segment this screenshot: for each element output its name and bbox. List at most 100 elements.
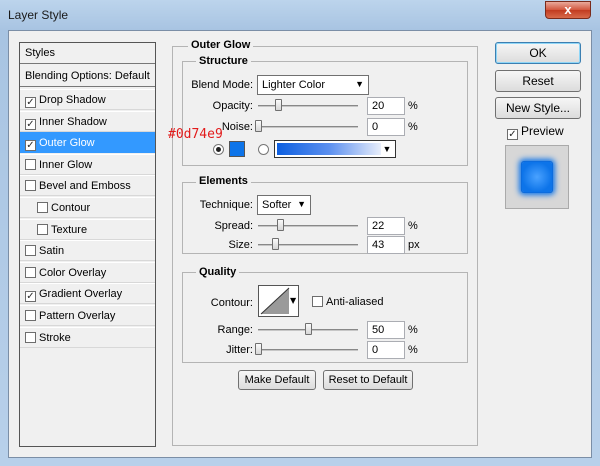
opacity-slider-thumb[interactable] — [275, 99, 282, 111]
opacity-field[interactable]: 20 — [367, 97, 405, 115]
noise-unit: % — [408, 121, 418, 133]
opacity-slider[interactable] — [258, 105, 358, 107]
reset-to-default-button[interactable]: Reset to Default — [323, 370, 413, 390]
checkbox-icon[interactable] — [25, 310, 36, 321]
checkbox-checked-icon[interactable]: ✓ — [25, 118, 36, 130]
range-label: Range: — [217, 324, 253, 336]
checkbox-icon[interactable] — [25, 266, 36, 278]
outer-glow-title: Outer Glow — [188, 39, 254, 51]
styles-list: Styles Blending Options: Default ✓ Drop S… — [19, 42, 156, 447]
size-unit: px — [408, 239, 420, 251]
style-item-drop-shadow[interactable]: ✓ Drop Shadow — [20, 89, 155, 110]
size-field[interactable]: 43 — [367, 236, 405, 254]
anti-aliased-box — [312, 296, 323, 307]
chevron-down-icon: ▼ — [297, 199, 306, 209]
style-item-label: Pattern Overlay — [39, 310, 116, 322]
new-style-button[interactable]: New Style... — [495, 97, 581, 119]
style-item-label: Outer Glow — [39, 137, 95, 150]
style-item-label: Color Overlay — [39, 266, 107, 279]
style-item-label: Inner Shadow — [39, 115, 107, 128]
make-default-button[interactable]: Make Default — [238, 370, 316, 390]
style-item-label: Texture — [51, 223, 88, 236]
style-item-contour[interactable]: Contour — [20, 197, 155, 218]
gradient-picker[interactable]: ▼ — [274, 140, 396, 158]
range-unit: % — [408, 324, 418, 336]
spread-unit: % — [408, 220, 418, 232]
gradient-dropdown-icon: ▼ — [382, 144, 392, 154]
style-item-color-overlay[interactable]: Color Overlay — [20, 261, 155, 283]
preview-label: Preview — [521, 124, 564, 138]
style-preview — [505, 145, 569, 209]
gradient-radio[interactable] — [258, 144, 269, 155]
styles-header[interactable]: Styles — [20, 43, 155, 64]
checkbox-checked-icon[interactable]: ✓ — [25, 97, 36, 108]
opacity-unit: % — [408, 100, 418, 112]
contour-label: Contour: — [210, 297, 253, 309]
noise-field[interactable]: 0 — [367, 118, 405, 136]
preview-check-icon: ✓ — [507, 129, 518, 140]
checkbox-icon[interactable] — [25, 245, 36, 257]
size-slider-thumb[interactable] — [272, 238, 280, 250]
style-item-label: Bevel and Emboss — [39, 180, 131, 193]
checkbox-icon[interactable] — [25, 180, 36, 192]
blend-mode-value: Lighter Color — [262, 79, 325, 91]
preview-checkbox[interactable]: ✓ Preview — [507, 124, 564, 140]
close-icon: x — [564, 2, 572, 17]
size-label: Size: — [228, 239, 253, 251]
style-item-bevel-and-emboss[interactable]: Bevel and Emboss — [20, 175, 155, 197]
preview-glow-square — [522, 162, 552, 192]
style-item-gradient-overlay[interactable]: ✓ Gradient Overlay — [20, 283, 155, 305]
ok-button[interactable]: OK — [495, 42, 581, 64]
style-item-texture[interactable]: Texture — [20, 218, 155, 240]
title-bar — [0, 0, 600, 30]
style-item-label: Gradient Overlay — [39, 288, 123, 301]
checkbox-checked-icon[interactable]: ✓ — [25, 291, 36, 303]
style-item-label: Contour — [51, 202, 91, 214]
jitter-slider-thumb[interactable] — [255, 343, 262, 355]
spread-field[interactable]: 22 — [367, 217, 405, 235]
checkbox-icon[interactable] — [25, 331, 36, 343]
technique-select[interactable]: Softer ▼ — [257, 195, 311, 215]
anti-aliased-checkbox[interactable]: Anti-aliased — [312, 296, 383, 308]
style-item-label: Drop Shadow — [39, 94, 106, 106]
close-button[interactable]: x — [545, 1, 591, 19]
svg-text:▼: ▼ — [290, 296, 297, 305]
gradient-preview — [277, 143, 381, 155]
reset-button[interactable]: Reset — [495, 70, 581, 92]
elements-title: Elements — [196, 175, 251, 187]
jitter-unit: % — [408, 344, 418, 356]
glow-color-swatch[interactable] — [229, 141, 245, 157]
blending-options-item[interactable]: Blending Options: Default — [20, 66, 155, 87]
noise-slider[interactable] — [258, 126, 358, 128]
spread-slider[interactable] — [258, 225, 358, 227]
jitter-slider[interactable] — [258, 349, 358, 351]
style-item-stroke[interactable]: Stroke — [20, 326, 155, 348]
range-field[interactable]: 50 — [367, 321, 405, 339]
blend-mode-select[interactable]: Lighter Color ▼ — [257, 75, 369, 95]
range-slider-thumb[interactable] — [305, 323, 312, 335]
style-item-label: Stroke — [39, 331, 71, 344]
checkbox-icon[interactable] — [37, 223, 48, 235]
spread-label: Spread: — [214, 220, 253, 232]
style-item-inner-shadow[interactable]: ✓ Inner Shadow — [20, 110, 155, 132]
quality-title: Quality — [196, 266, 240, 278]
checkbox-checked-icon[interactable]: ✓ — [25, 140, 36, 152]
style-item-satin[interactable]: Satin — [20, 240, 155, 262]
checkbox-icon[interactable] — [25, 158, 36, 170]
window-title: Layer Style — [8, 8, 69, 22]
style-item-outer-glow[interactable]: ✓ Outer Glow — [20, 132, 155, 154]
color-annotation: #0d74e9 — [168, 127, 223, 142]
style-item-pattern-overlay[interactable]: Pattern Overlay — [20, 305, 155, 326]
jitter-label: Jitter: — [226, 344, 253, 356]
technique-label: Technique: — [199, 199, 253, 211]
chevron-down-icon: ▼ — [355, 79, 364, 89]
checkbox-icon[interactable] — [37, 202, 48, 213]
contour-picker[interactable]: ▼ — [258, 285, 299, 317]
opacity-label: Opacity: — [212, 100, 253, 112]
jitter-field[interactable]: 0 — [367, 341, 405, 359]
style-item-inner-glow[interactable]: Inner Glow — [20, 153, 155, 175]
spread-slider-thumb[interactable] — [277, 219, 284, 231]
solid-color-radio[interactable] — [213, 144, 224, 155]
technique-value: Softer — [262, 199, 292, 211]
noise-slider-thumb[interactable] — [255, 120, 262, 132]
